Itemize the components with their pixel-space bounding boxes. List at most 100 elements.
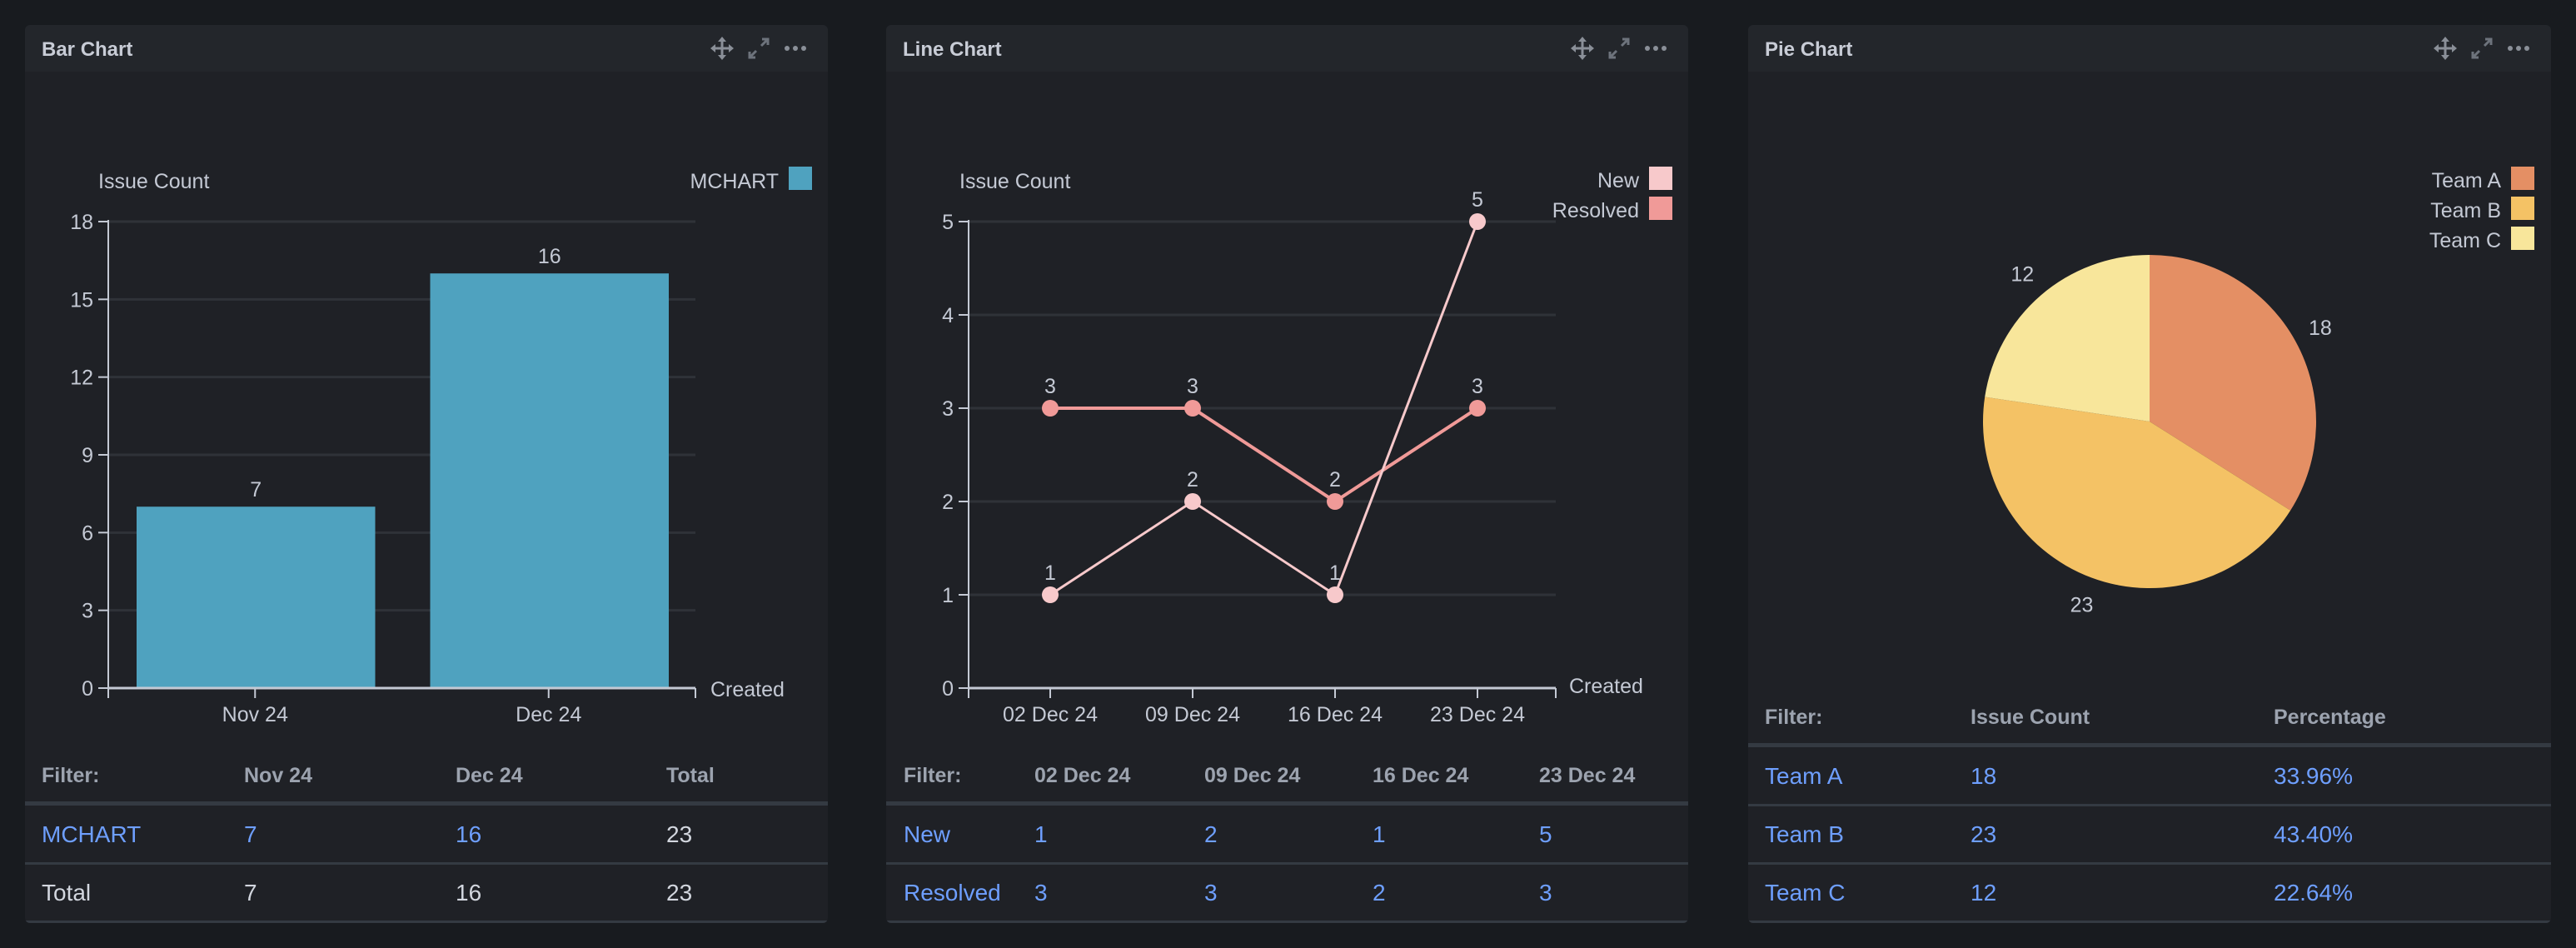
table-row: Total 7 16 23 [25,864,828,922]
table-cell[interactable]: 1 [1373,806,1386,864]
y-axis-title: Issue Count [98,170,209,193]
legend-swatch [1649,197,1672,220]
bar-chart: 0 3 6 9 12 15 18 7 Nov 24 16 Dec 24 Created Issue Co… [70,167,812,726]
x-tick-label: Dec 24 [516,703,581,726]
slice-label: 12 [2010,263,2034,287]
table-cell: 23 [666,821,693,847]
y-tick-label: 2 [942,491,954,514]
table-cell[interactable]: 3 [1034,864,1048,922]
column-header: 16 Dec 24 [1373,763,1469,787]
row-label[interactable]: MCHART [42,806,141,864]
table-cell[interactable]: 43.40% [2274,806,2353,864]
column-header: 23 Dec 24 [1539,763,1636,787]
y-tick-label: 5 [942,211,954,234]
column-header: Filter: [904,763,962,787]
x-tick-label: 09 Dec 24 [1145,703,1240,726]
table-header-row: Filter: Nov 24 Dec 24 Total [25,746,828,805]
legend-swatch [1649,167,1672,190]
bar [430,273,669,688]
column-header: Nov 24 [244,763,312,787]
line-chart: 0 1 2 3 4 5 02 Dec 24 09 Dec 24 16 Dec 24 23 Dec … [942,167,1672,726]
table-cell[interactable]: 5 [1539,806,1552,864]
table-row: MCHART 7 16 23 [25,806,828,864]
data-label: 1 [1044,561,1056,585]
table-cell: 23 [666,880,693,906]
series-line-resolved [1050,407,1479,504]
y-tick-label: 3 [942,397,954,421]
table-cell[interactable]: 2 [1373,864,1386,922]
table-row: Team A 18 33.96% [1748,747,2551,806]
legend-label: Resolved [1552,199,1639,222]
y-axis-title: Issue Count [959,170,1070,193]
column-header: 02 Dec 24 [1034,763,1131,787]
table-cell[interactable]: 3 [1539,864,1552,922]
slice-label: 23 [2070,593,2094,616]
table-cell: 16 [456,880,482,906]
bar-chart-panel: Bar Chart 0 3 6 9 12 15 18 7 Nov 24 16 Dec 24 Creat… [25,25,828,923]
data-label: 3 [1187,375,1198,398]
data-label: 1 [1329,561,1341,585]
bar-value-label: 7 [250,478,262,501]
x-axis-title: Created [1569,675,1643,698]
divider [25,921,828,923]
row-label[interactable]: Team A [1765,747,1842,806]
row-label[interactable]: Resolved [904,864,1001,922]
legend-swatch [789,167,812,190]
x-axis-title: Created [710,678,785,701]
column-header: Percentage [2274,705,2386,729]
x-tick-label: 23 Dec 24 [1430,703,1525,726]
y-tick-label: 3 [82,600,93,623]
y-tick-label: 15 [70,288,93,312]
bar [137,506,376,688]
x-tick-label: 02 Dec 24 [1003,703,1098,726]
pie-slice [1985,255,2150,422]
column-header: Filter: [42,763,100,787]
data-label: 3 [1472,375,1483,398]
table-row: Team C 12 22.64% [1748,864,2551,922]
row-label[interactable]: Team B [1765,806,1844,864]
column-header: 09 Dec 24 [1204,763,1301,787]
legend-swatch [2511,227,2534,250]
y-tick-label: 0 [82,677,93,701]
table-cell[interactable]: 18 [1971,747,1996,806]
pie-chart: 18 23 12 Team A Team B Team C [1983,167,2534,616]
data-label: 3 [1044,375,1056,398]
legend-swatch [2511,197,2534,220]
table-cell: 7 [244,880,257,906]
column-header: Issue Count [1971,705,2090,729]
row-label[interactable]: Team C [1765,864,1845,922]
table-header-row: Filter: 02 Dec 24 09 Dec 24 16 Dec 24 23 Dec… [886,746,1688,805]
column-header: Total [666,763,715,787]
y-tick-label: 12 [70,367,93,390]
pie-chart-panel: Pie Chart 18 23 12 Team A Team B Team C Filte… [1748,25,2551,923]
y-tick-label: 9 [82,444,93,467]
row-label[interactable]: New [904,806,950,864]
legend-label: Team B [2430,199,2501,222]
line-chart-panel: Line Chart 0 1 2 3 4 5 02 Dec 24 09 Dec 24 16 De… [886,25,1688,923]
x-tick-label: 16 Dec 24 [1288,703,1383,726]
data-label: 2 [1329,468,1341,491]
data-label: 2 [1187,468,1198,491]
table-cell[interactable]: 22.64% [2274,864,2353,922]
data-label: 5 [1472,188,1483,212]
table-cell[interactable]: 23 [1971,806,1996,864]
table-cell[interactable]: 2 [1204,806,1218,864]
data-point [1469,400,1486,417]
divider [1748,921,2551,923]
row-label: Total [42,880,92,906]
data-point [1184,493,1201,510]
table-cell[interactable]: 3 [1204,864,1218,922]
table-row: Resolved 3 3 2 3 [886,864,1688,922]
x-tick-label: Nov 24 [222,703,288,726]
y-tick-label: 6 [82,521,93,545]
table-cell[interactable]: 33.96% [2274,747,2353,806]
bar-value-label: 16 [538,245,561,268]
slice-label: 18 [2309,317,2332,340]
table-cell[interactable]: 12 [1971,864,1996,922]
table-cell[interactable]: 1 [1034,806,1048,864]
y-tick-label: 1 [942,584,954,607]
y-tick-label: 18 [70,211,93,234]
divider [886,921,1688,923]
table-cell[interactable]: 7 [244,806,257,864]
table-cell[interactable]: 16 [456,806,481,864]
